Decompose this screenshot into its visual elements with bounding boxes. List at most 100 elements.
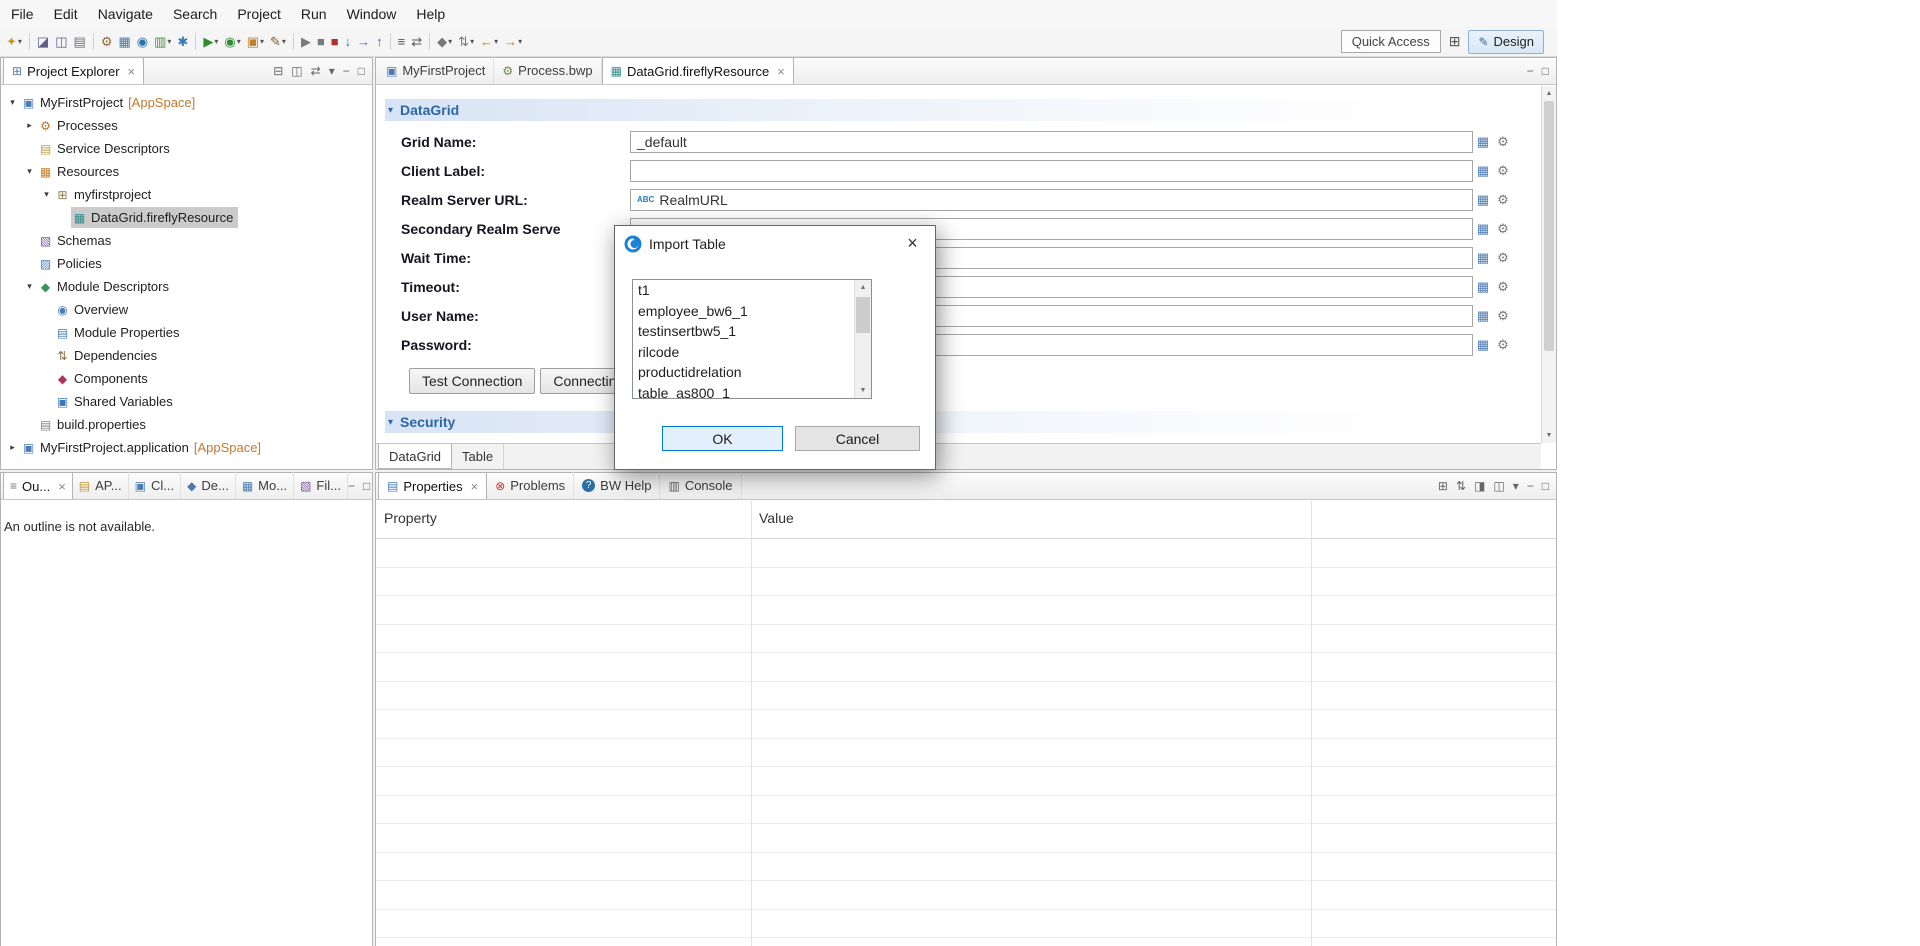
table-list-item-t1[interactable]: t1 <box>633 280 854 301</box>
tree-item-datagrid-fireflyresource[interactable]: ▦DataGrid.fireflyResource <box>1 206 372 229</box>
project-explorer-tab[interactable]: ⊞ Project Explorer × <box>3 57 144 84</box>
select-resource-icon[interactable]: ▦ <box>1473 192 1493 208</box>
view-menu-icon[interactable]: ▾ <box>1513 480 1519 492</box>
scroll-down-icon[interactable]: ▼ <box>1542 428 1556 443</box>
menu-item-help[interactable]: Help <box>406 1 455 27</box>
test-connection-button[interactable]: Test Connection <box>409 368 535 394</box>
close-icon[interactable]: × <box>777 64 785 79</box>
close-icon[interactable]: × <box>58 479 66 494</box>
minimize-icon[interactable]: − <box>1527 65 1534 77</box>
edit-icon[interactable]: ✎▾ <box>267 30 289 54</box>
search-icon[interactable]: ◉ <box>134 30 151 54</box>
grid-name-input[interactable]: _default <box>630 131 1473 153</box>
sync-icon[interactable]: ⇄ <box>408 30 425 54</box>
editor-tab-datagrid-fireflyresource[interactable]: ▦DataGrid.fireflyResource× <box>602 57 794 84</box>
step-into-icon[interactable]: ↓ <box>342 30 355 54</box>
menu-item-search[interactable]: Search <box>163 1 227 27</box>
tree-expander-icon[interactable]: ▾ <box>22 281 37 292</box>
focus-view-icon[interactable]: ◫ <box>291 65 302 77</box>
tree-item-resources[interactable]: ▾▦Resources <box>1 160 372 183</box>
tree-item-shared-variables[interactable]: ▣Shared Variables <box>1 390 372 413</box>
scrollbar-thumb[interactable] <box>1544 101 1554 351</box>
view-tab-problems[interactable]: ⊗Problems <box>487 472 574 499</box>
menu-item-navigate[interactable]: Navigate <box>88 1 163 27</box>
datagrid-section-header[interactable]: ▾ DataGrid <box>385 99 1533 121</box>
editor-page-tab-datagrid[interactable]: DataGrid <box>378 444 452 469</box>
module-property-icon[interactable]: ⚙ <box>1493 337 1513 353</box>
open-perspective-icon[interactable]: ⊞ <box>1449 33 1461 50</box>
save-icon[interactable]: ◪ <box>34 30 52 54</box>
cancel-button[interactable]: Cancel <box>795 426 920 451</box>
maximize-icon[interactable]: □ <box>1542 65 1549 77</box>
select-resource-icon[interactable]: ▦ <box>1473 221 1493 237</box>
view-tab-ap[interactable]: ▤AP... <box>73 472 129 499</box>
sort-icon[interactable]: ⇅ <box>1456 480 1466 492</box>
forward-icon[interactable]: →▾ <box>501 30 525 54</box>
tree-item-schemas[interactable]: ▧Schemas <box>1 229 372 252</box>
scroll-up-icon[interactable]: ▲ <box>1542 86 1556 101</box>
column-divider[interactable] <box>1311 501 1312 946</box>
tree-item-dependencies[interactable]: ⇅Dependencies <box>1 344 372 367</box>
view-tab-fil[interactable]: ▧Fil... <box>294 472 348 499</box>
module-property-icon[interactable]: ⚙ <box>1493 134 1513 150</box>
module-property-icon[interactable]: ⚙ <box>1493 250 1513 266</box>
save-all-icon[interactable]: ◫ <box>52 30 70 54</box>
menu-item-file[interactable]: File <box>1 1 44 27</box>
tree-item-myfirstproject[interactable]: ▾▣MyFirstProject[AppSpace] <box>1 91 372 114</box>
menu-item-run[interactable]: Run <box>291 1 337 27</box>
close-icon[interactable]: × <box>128 64 136 79</box>
maximize-icon[interactable]: □ <box>363 480 370 492</box>
tree-item-processes[interactable]: ▸⚙Processes <box>1 114 372 137</box>
annotations-icon[interactable]: ◆▾ <box>434 30 455 54</box>
tree-expander-icon[interactable]: ▸ <box>5 442 20 453</box>
deploy-icon[interactable]: ▣▾ <box>244 30 267 54</box>
view-tab-ou[interactable]: ≡Ou...× <box>3 472 73 499</box>
report-icon[interactable]: ▥▾ <box>151 30 174 54</box>
select-resource-icon[interactable]: ▦ <box>1473 163 1493 179</box>
collapse-all-icon[interactable]: ⊟ <box>273 65 283 77</box>
new-wizard-icon[interactable]: ✦▾ <box>3 30 25 54</box>
step-over-icon[interactable]: → <box>354 30 373 54</box>
tree-item-myfirstproject[interactable]: ▾⊞myfirstproject <box>1 183 372 206</box>
build-icon[interactable]: ⚙ <box>98 30 116 54</box>
minimize-icon[interactable]: − <box>348 480 355 492</box>
select-resource-icon[interactable]: ▦ <box>1473 308 1493 324</box>
select-resource-icon[interactable]: ▦ <box>1473 250 1493 266</box>
minimize-icon[interactable]: − <box>343 65 350 77</box>
quick-access[interactable]: Quick Access <box>1341 30 1441 53</box>
view-tab-bw-help[interactable]: ?BW Help <box>574 472 660 499</box>
tree-item-build-properties[interactable]: ▤build.properties <box>1 413 372 436</box>
select-resource-icon[interactable]: ▦ <box>1473 279 1493 295</box>
table-list-item-testinsertbw5-1[interactable]: testinsertbw5_1 <box>633 321 854 342</box>
tree-item-service-descriptors[interactable]: ▤Service Descriptors <box>1 137 372 160</box>
table-list-item-rilcode[interactable]: rilcode <box>633 342 854 363</box>
tree-item-module-descriptors[interactable]: ▾◆Module Descriptors <box>1 275 372 298</box>
value-column-header[interactable]: Value <box>751 501 1556 538</box>
link-editor-icon[interactable]: ⇅▾ <box>455 30 477 54</box>
design-perspective-button[interactable]: ✎ Design <box>1468 30 1544 54</box>
tree-item-policies[interactable]: ▨Policies <box>1 252 372 275</box>
table-list-item-employee-bw6-1[interactable]: employee_bw6_1 <box>633 301 854 322</box>
scroll-up-icon[interactable]: ▲ <box>855 280 871 295</box>
tree-expander-icon[interactable]: ▸ <box>22 120 37 131</box>
tree-item-overview[interactable]: ◉Overview <box>1 298 372 321</box>
close-icon[interactable]: × <box>471 479 479 494</box>
tree-expander-icon[interactable]: ▾ <box>5 97 20 108</box>
profile-icon[interactable]: ◉▾ <box>221 30 243 54</box>
dialog-title-bar[interactable]: Import Table × <box>615 226 935 261</box>
security-section-header[interactable]: ▾ Security <box>385 411 1533 433</box>
open-resource-icon[interactable]: ▦ <box>115 30 133 54</box>
view-tab-de[interactable]: ◆De... <box>181 472 236 499</box>
select-resource-icon[interactable]: ▦ <box>1473 337 1493 353</box>
module-property-icon[interactable]: ⚙ <box>1493 279 1513 295</box>
client-label-input[interactable] <box>630 160 1473 182</box>
view-tab-mo[interactable]: ▦Mo... <box>236 472 294 499</box>
list-scrollbar[interactable]: ▲ ▼ <box>854 280 871 398</box>
suspend-icon[interactable]: ■ <box>314 30 328 54</box>
editor-scrollbar[interactable]: ▲ ▼ <box>1541 86 1556 443</box>
menu-item-edit[interactable]: Edit <box>44 1 88 27</box>
module-property-icon[interactable]: ⚙ <box>1493 221 1513 237</box>
property-column-header[interactable]: Property <box>376 501 751 538</box>
view-menu-icon[interactable]: ▾ <box>329 65 335 77</box>
module-property-icon[interactable]: ⚙ <box>1493 308 1513 324</box>
